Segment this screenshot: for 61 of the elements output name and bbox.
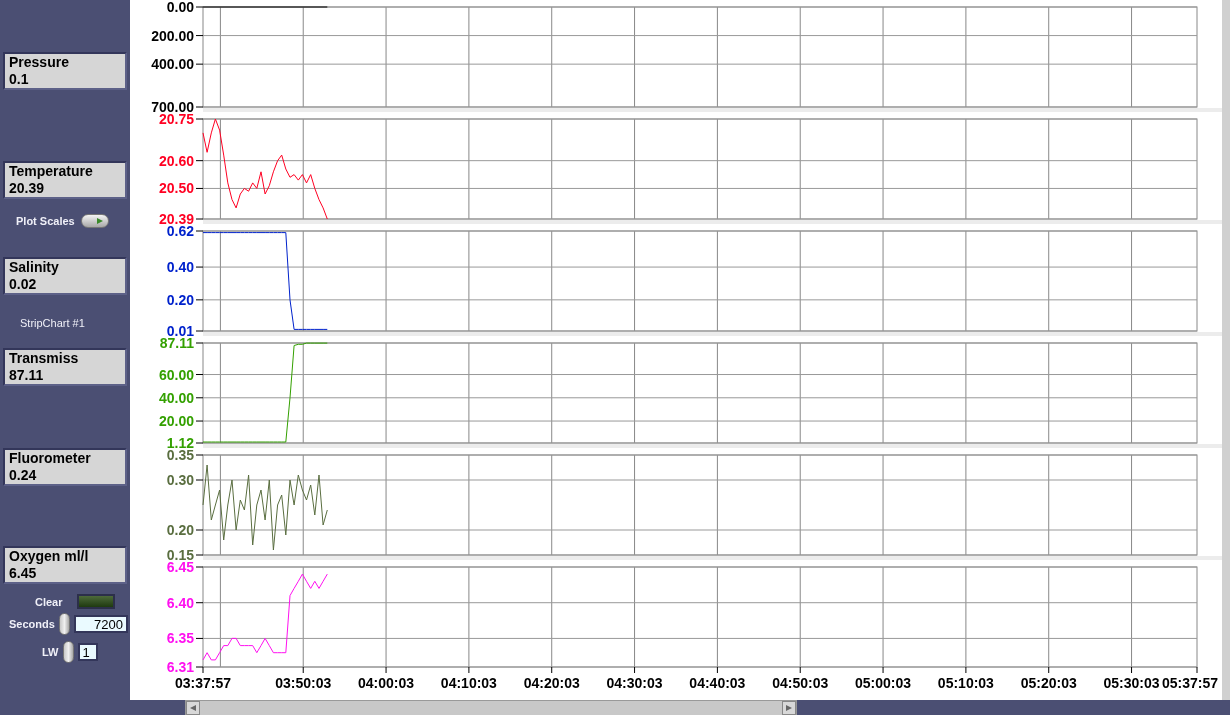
seconds-field[interactable]: 7200 xyxy=(73,615,128,633)
axis-label: 6.35 xyxy=(166,630,194,647)
control-label: LW xyxy=(42,646,59,658)
time-label: 03:37:57 xyxy=(175,675,231,691)
axis-label: 6.31 xyxy=(166,659,194,675)
status-led[interactable] xyxy=(76,594,115,609)
line-width-field[interactable]: 1 xyxy=(77,643,98,661)
axis-label: 20.39 xyxy=(158,211,194,224)
axis-label: 0.20 xyxy=(166,522,194,538)
spinner-button[interactable] xyxy=(58,613,70,635)
axis-label: 1.12 xyxy=(166,435,194,448)
axis-label: 0.30 xyxy=(166,472,194,488)
axis-label: 20.00 xyxy=(158,413,194,430)
left-arrow-icon xyxy=(189,704,197,712)
scroll-left-button[interactable] xyxy=(186,701,200,715)
axis-label: 20.75 xyxy=(158,112,194,127)
time-label: 05:00:03 xyxy=(855,675,912,691)
scroll-bar[interactable] xyxy=(185,700,797,715)
time-label: 04:40:03 xyxy=(689,675,746,691)
value-indicator: Transmiss 87.11 xyxy=(3,348,127,386)
value-indicator: Salinity 0.02 xyxy=(3,257,127,295)
axis-label: 0.01 xyxy=(166,323,194,336)
axis-label: 6.40 xyxy=(166,594,194,611)
time-label: 04:20:03 xyxy=(523,675,580,691)
axis-label: 0.00 xyxy=(166,0,194,15)
value-indicator: Oxygen ml/l 6.45 xyxy=(3,546,127,584)
time-label: 05:20:03 xyxy=(1020,675,1077,691)
time-label: 03:50:03 xyxy=(275,675,332,691)
axis-label: 40.00 xyxy=(158,389,194,406)
control-label: Clear xyxy=(35,595,63,608)
spinner-button[interactable] xyxy=(62,641,74,663)
time-label: 04:00:03 xyxy=(358,675,415,691)
time-label: 05:10:03 xyxy=(937,675,994,691)
control-label: Seconds xyxy=(9,618,55,630)
time-label: 04:50:03 xyxy=(772,675,829,691)
axis-label: 0.35 xyxy=(166,448,194,463)
axis-label: 700.00 xyxy=(151,99,194,112)
chart-name: StripChart #1 xyxy=(20,317,85,329)
value-indicator: Pressure 0.1 xyxy=(3,52,127,90)
right-arrow-icon xyxy=(785,704,793,712)
control-label: Plot Scales xyxy=(16,215,75,227)
axis-label: 200.00 xyxy=(151,27,194,44)
time-label: 05:37:57 xyxy=(1161,675,1218,691)
play-icon xyxy=(95,217,104,225)
axis-label: 20.50 xyxy=(158,180,194,197)
axis-label: 0.40 xyxy=(166,259,194,276)
time-label: 04:30:03 xyxy=(606,675,663,691)
value-indicator: Fluorometer 0.24 xyxy=(3,448,127,486)
time-label: 05:30:03 xyxy=(1103,675,1160,691)
axis-label: 6.45 xyxy=(166,560,194,575)
plot-scales-toggle[interactable] xyxy=(80,214,109,228)
axis-label: 0.20 xyxy=(166,291,194,308)
time-label: 04:10:03 xyxy=(440,675,497,691)
value-indicator: Temperature 20.39 xyxy=(3,161,127,199)
axis-label: 60.00 xyxy=(158,366,194,383)
axis-label: 0.15 xyxy=(166,547,194,560)
axis-label: 400.00 xyxy=(151,56,194,73)
axis-label: 20.60 xyxy=(158,152,194,169)
axis-label: 87.11 xyxy=(159,336,194,351)
scroll-right-button[interactable] xyxy=(782,701,796,715)
axis-label: 0.62 xyxy=(166,224,194,239)
